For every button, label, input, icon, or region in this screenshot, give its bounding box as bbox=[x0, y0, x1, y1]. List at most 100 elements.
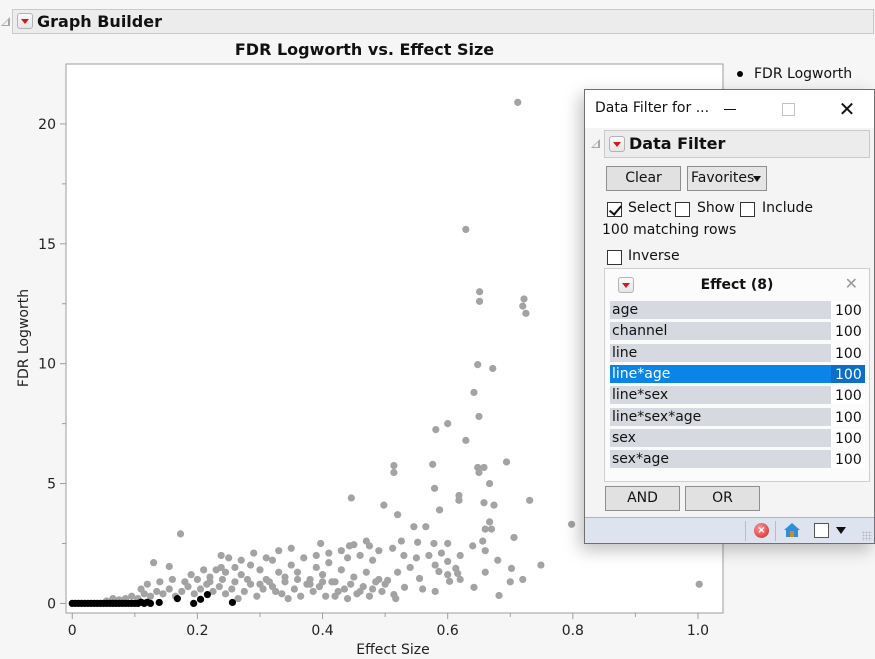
data-point[interactable] bbox=[268, 583, 277, 591]
data-point[interactable] bbox=[325, 549, 333, 557]
data-point[interactable] bbox=[394, 568, 402, 576]
data-point[interactable] bbox=[143, 580, 151, 588]
data-point[interactable] bbox=[231, 578, 239, 586]
data-point[interactable] bbox=[137, 585, 145, 593]
data-point[interactable] bbox=[300, 554, 308, 562]
data-point[interactable] bbox=[212, 566, 220, 574]
data-point[interactable] bbox=[350, 541, 358, 549]
data-point[interactable] bbox=[343, 554, 352, 562]
data-point[interactable] bbox=[486, 518, 494, 526]
data-point[interactable] bbox=[281, 578, 289, 586]
level-item[interactable]: line*sex 100 bbox=[610, 386, 865, 405]
data-point[interactable] bbox=[250, 549, 258, 557]
window-list-checkbox[interactable] bbox=[814, 523, 829, 538]
or-button[interactable]: OR bbox=[685, 486, 760, 511]
data-point[interactable] bbox=[375, 547, 383, 555]
data-point[interactable] bbox=[309, 587, 317, 596]
data-point[interactable] bbox=[159, 590, 167, 598]
data-point[interactable] bbox=[456, 551, 464, 560]
data-point[interactable] bbox=[445, 577, 454, 585]
data-point[interactable] bbox=[215, 583, 223, 591]
data-point[interactable] bbox=[231, 563, 239, 572]
data-point[interactable] bbox=[306, 580, 314, 588]
data-point[interactable] bbox=[435, 567, 443, 576]
data-point[interactable] bbox=[435, 506, 444, 514]
clear-button[interactable]: Clear bbox=[606, 166, 681, 191]
data-point[interactable] bbox=[394, 511, 402, 519]
red-triangle-menu-icon[interactable] bbox=[609, 136, 625, 152]
level-item[interactable]: sex*age 100 bbox=[610, 450, 865, 469]
data-point[interactable] bbox=[268, 556, 277, 564]
data-point[interactable] bbox=[520, 295, 528, 303]
data-point[interactable] bbox=[262, 554, 270, 562]
data-point[interactable] bbox=[200, 566, 208, 574]
selected-data-point[interactable] bbox=[190, 599, 198, 608]
data-point[interactable] bbox=[253, 592, 261, 600]
data-point[interactable] bbox=[432, 426, 440, 434]
data-point[interactable] bbox=[567, 520, 576, 528]
data-point[interactable] bbox=[128, 592, 136, 600]
show-checkbox[interactable] bbox=[675, 202, 690, 217]
data-point[interactable] bbox=[290, 585, 298, 593]
level-item[interactable]: sex 100 bbox=[610, 428, 865, 447]
data-point[interactable] bbox=[150, 559, 158, 567]
data-point[interactable] bbox=[256, 580, 264, 588]
data-point[interactable] bbox=[237, 571, 245, 579]
data-point[interactable] bbox=[218, 575, 227, 584]
data-point[interactable] bbox=[193, 575, 201, 584]
data-point[interactable] bbox=[455, 496, 463, 504]
data-point[interactable] bbox=[469, 542, 477, 550]
data-point[interactable] bbox=[444, 557, 452, 566]
data-point[interactable] bbox=[389, 544, 397, 552]
data-point[interactable] bbox=[243, 575, 252, 584]
window-titlebar[interactable]: Data Filter for ... ✕ bbox=[585, 90, 874, 128]
maximize-button[interactable] bbox=[776, 96, 802, 122]
data-point[interactable] bbox=[381, 580, 389, 588]
data-point[interactable] bbox=[168, 575, 176, 584]
data-point[interactable] bbox=[372, 578, 380, 586]
data-point[interactable] bbox=[362, 568, 370, 576]
data-point[interactable] bbox=[430, 539, 438, 548]
data-point[interactable] bbox=[419, 585, 427, 593]
data-point[interactable] bbox=[392, 595, 400, 603]
data-point[interactable] bbox=[695, 580, 703, 588]
data-point[interactable] bbox=[340, 585, 349, 593]
data-point[interactable] bbox=[196, 585, 205, 593]
data-point[interactable] bbox=[240, 587, 248, 596]
level-item[interactable]: age 100 bbox=[610, 301, 865, 319]
data-point[interactable] bbox=[378, 587, 386, 596]
data-point[interactable] bbox=[519, 575, 527, 584]
data-point[interactable] bbox=[221, 568, 230, 576]
remove-filter-icon[interactable]: ✕ bbox=[845, 274, 858, 293]
data-point[interactable] bbox=[495, 591, 503, 600]
data-point[interactable] bbox=[176, 530, 185, 538]
favorites-dropdown[interactable]: Favorites bbox=[687, 166, 767, 191]
data-point[interactable] bbox=[431, 587, 439, 596]
close-button[interactable]: ✕ bbox=[834, 96, 860, 122]
minimize-button[interactable] bbox=[718, 96, 744, 122]
data-point[interactable] bbox=[507, 564, 516, 573]
data-point[interactable] bbox=[328, 578, 336, 586]
data-point[interactable] bbox=[390, 468, 398, 477]
selected-data-point[interactable] bbox=[196, 595, 205, 603]
data-point[interactable] bbox=[400, 583, 409, 591]
data-point[interactable] bbox=[397, 537, 405, 545]
data-point[interactable] bbox=[406, 563, 414, 572]
data-point[interactable] bbox=[325, 559, 333, 567]
data-point[interactable] bbox=[165, 562, 173, 571]
data-point[interactable] bbox=[287, 561, 295, 569]
data-point[interactable] bbox=[462, 225, 470, 234]
data-point[interactable] bbox=[347, 494, 355, 502]
data-point[interactable] bbox=[362, 537, 370, 545]
data-point[interactable] bbox=[156, 578, 164, 586]
data-point[interactable] bbox=[350, 573, 358, 581]
data-point[interactable] bbox=[494, 556, 502, 564]
data-point[interactable] bbox=[475, 297, 484, 305]
data-point[interactable] bbox=[425, 551, 433, 560]
data-point[interactable] bbox=[187, 571, 195, 579]
data-point[interactable] bbox=[437, 549, 446, 557]
data-point[interactable] bbox=[337, 566, 345, 574]
selected-data-point[interactable] bbox=[203, 590, 212, 599]
data-point[interactable] bbox=[444, 420, 452, 428]
selected-data-point[interactable] bbox=[228, 598, 237, 607]
